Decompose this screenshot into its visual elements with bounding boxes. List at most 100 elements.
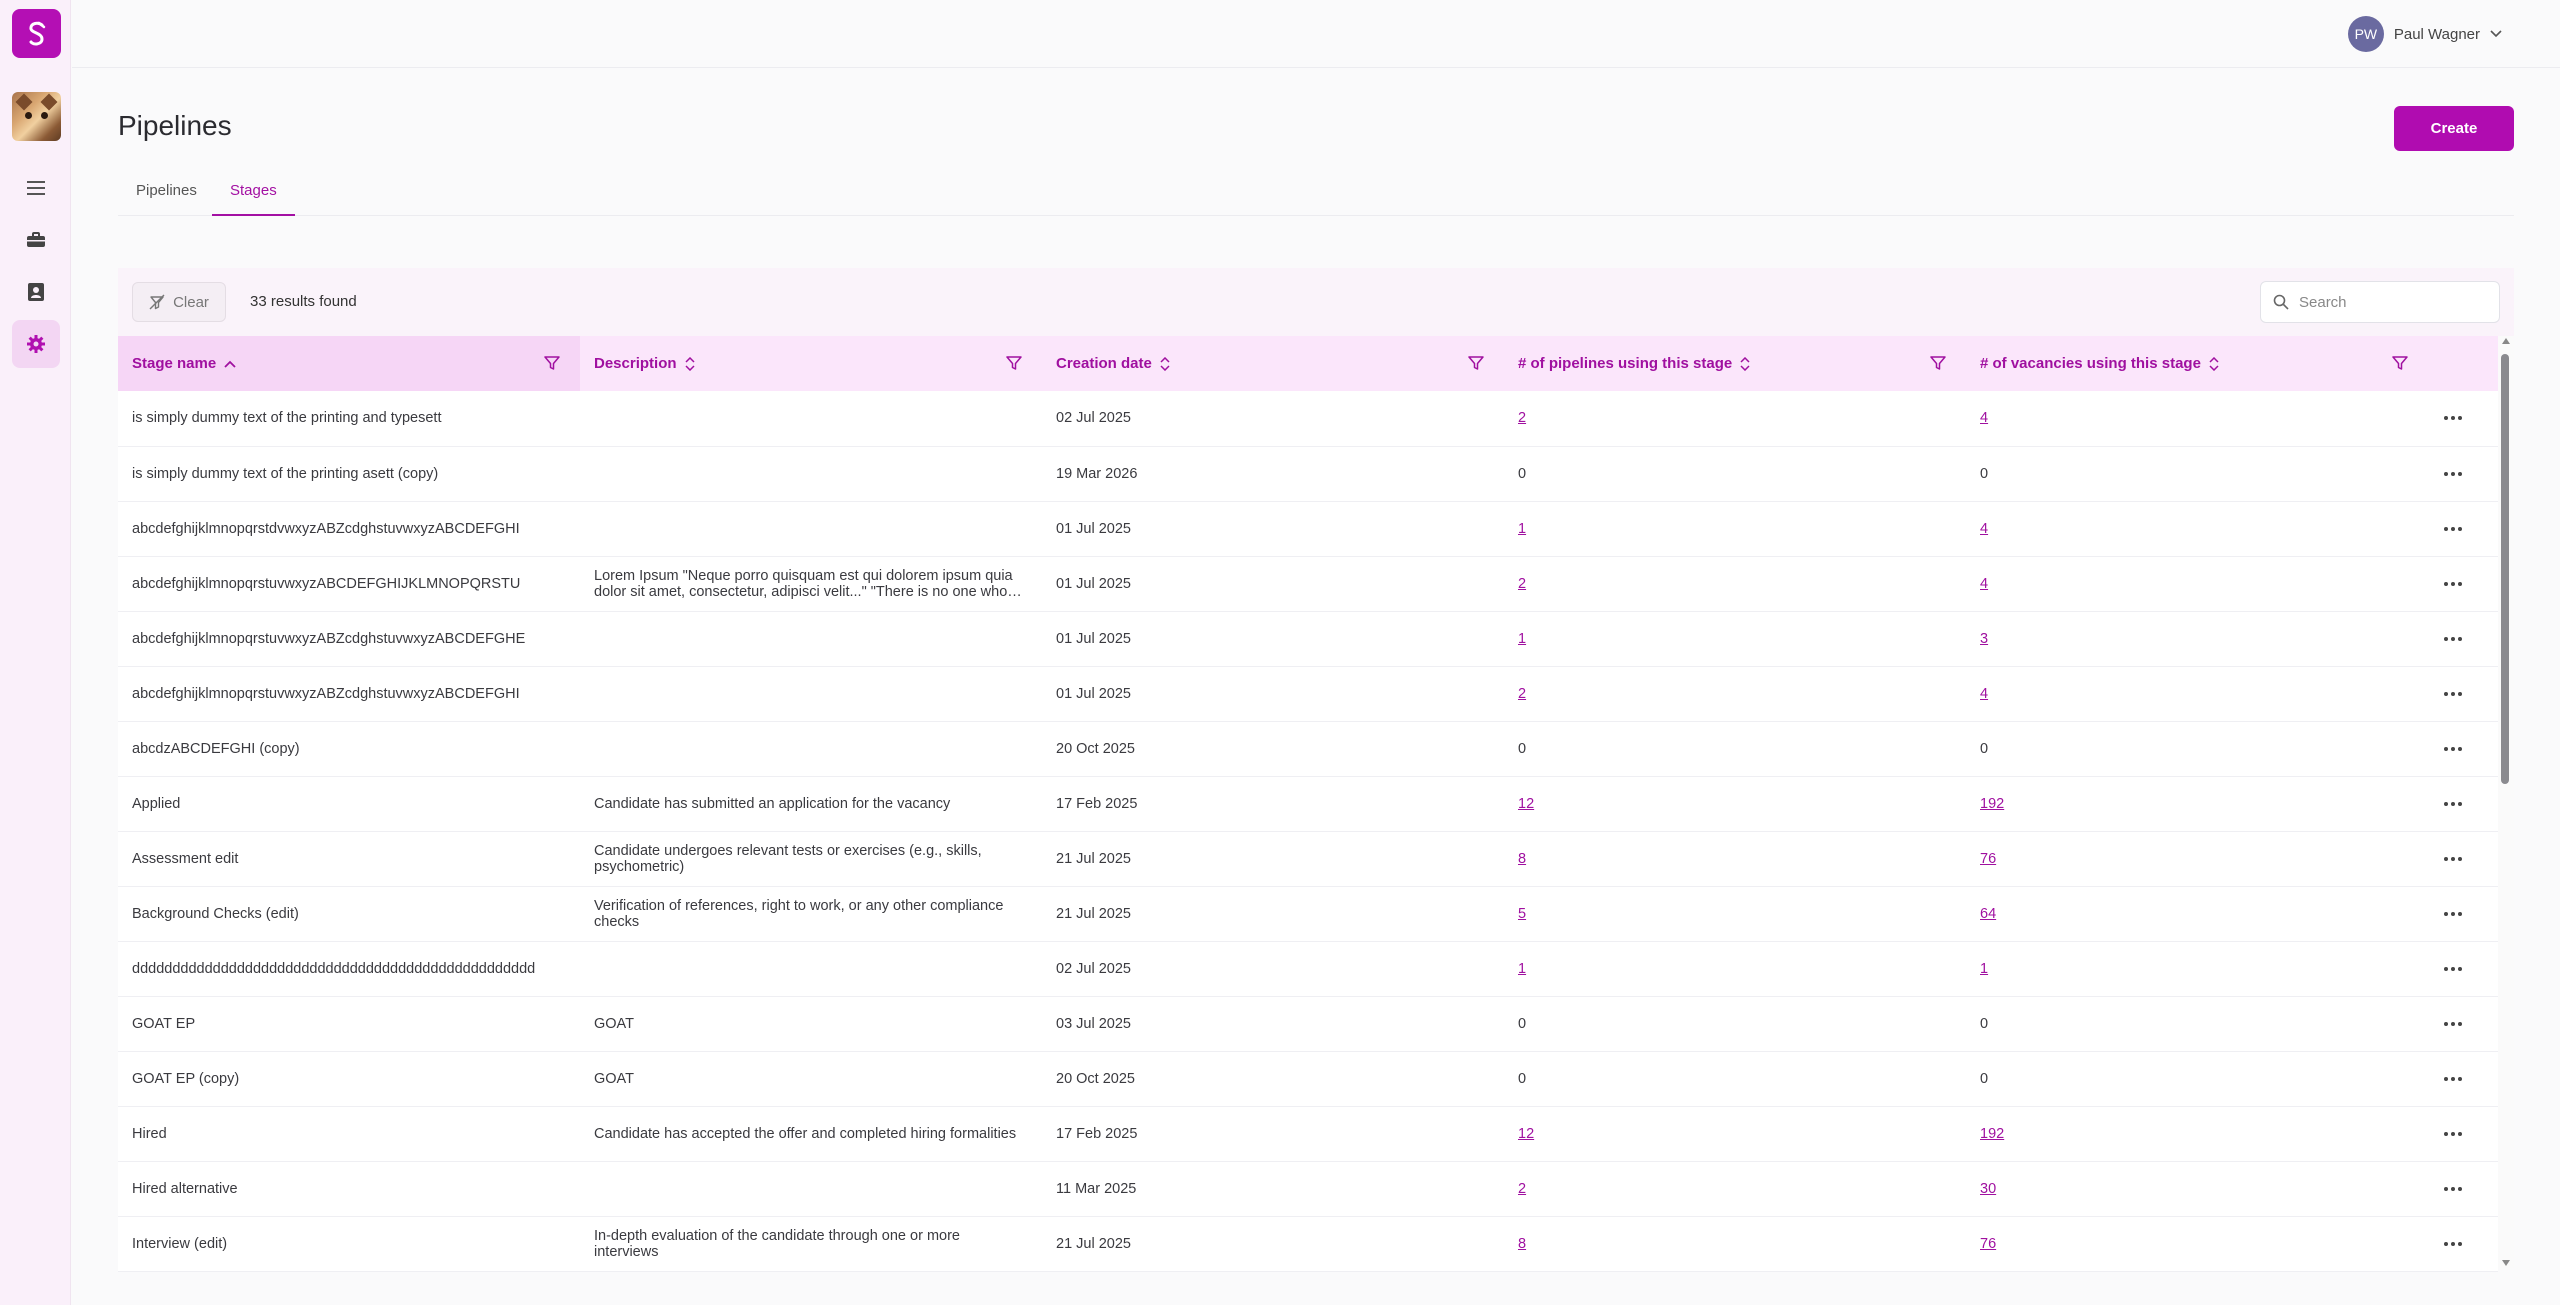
column-header-stage-name[interactable]: Stage name	[118, 336, 580, 391]
stage-name: Applied	[132, 795, 181, 812]
nav-candidates[interactable]	[12, 268, 60, 316]
pipelines-count-link[interactable]: 1	[1518, 521, 1526, 537]
scroll-down-icon[interactable]	[2502, 1260, 2510, 1266]
more-options-icon[interactable]	[2442, 526, 2484, 531]
pipelines-count-link[interactable]: 8	[1518, 1236, 1526, 1252]
tab-stages[interactable]: Stages	[212, 170, 295, 216]
more-options-icon[interactable]	[2442, 416, 2484, 421]
app-logo[interactable]	[12, 9, 61, 58]
more-options-icon[interactable]	[2442, 911, 2484, 916]
pipelines-count-cell: 2	[1504, 1161, 1966, 1216]
filter-icon[interactable]	[1006, 355, 1022, 371]
sort-icon[interactable]	[2209, 356, 2219, 371]
vacancies-count-link[interactable]: 76	[1980, 1236, 1996, 1252]
more-options-icon[interactable]	[2442, 801, 2484, 806]
pipelines-count-cell: 0	[1504, 996, 1966, 1051]
more-options-icon[interactable]	[2442, 1241, 2484, 1246]
vacancies-count-link[interactable]: 4	[1980, 686, 1988, 702]
scrollbar-thumb[interactable]	[2501, 354, 2509, 784]
pipelines-count-link[interactable]: 8	[1518, 851, 1526, 867]
table-row[interactable]: abcdefghijklmnopqrstuvwxyzABZcdghstuvwxy…	[118, 666, 2498, 721]
pipelines-count-link[interactable]: 5	[1518, 906, 1526, 922]
create-button[interactable]: Create	[2394, 106, 2514, 151]
pipelines-count-link[interactable]: 2	[1518, 686, 1526, 702]
vacancies-count-link[interactable]: 64	[1980, 906, 1996, 922]
description-cell: Candidate has submitted an application f…	[580, 776, 1042, 831]
table-row[interactable]: abcdefghijklmnopqrstuvwxyzABZcdghstuvwxy…	[118, 611, 2498, 666]
vacancies-count-link[interactable]: 192	[1980, 1126, 2004, 1142]
creation-date: 03 Jul 2025	[1056, 1015, 1131, 1032]
vacancies-count-link[interactable]: 4	[1980, 576, 1988, 592]
pipelines-count-link[interactable]: 1	[1518, 631, 1526, 647]
pipelines-count-link[interactable]: 2	[1518, 410, 1526, 426]
pipelines-count-link[interactable]: 2	[1518, 1181, 1526, 1197]
table-row[interactable]: Background Checks (edit) Verification of…	[118, 886, 2498, 941]
table-row[interactable]: Interview (edit) In-depth evaluation of …	[118, 1216, 2498, 1271]
stage-name: GOAT EP (copy)	[132, 1070, 240, 1087]
menu-button[interactable]	[12, 164, 60, 212]
more-options-icon[interactable]	[2442, 691, 2484, 696]
more-options-icon[interactable]	[2442, 1076, 2484, 1081]
pipelines-count-link[interactable]: 12	[1518, 1126, 1534, 1142]
column-header-creation-date[interactable]: Creation date	[1042, 336, 1504, 391]
nav-settings[interactable]	[12, 320, 60, 368]
more-options-icon[interactable]	[2442, 1131, 2484, 1136]
table-row[interactable]: Hired alternative 11 Mar 2025 2 30	[118, 1161, 2498, 1216]
pipelines-count-link[interactable]: 1	[1518, 961, 1526, 977]
pipelines-count-cell: 2	[1504, 391, 1966, 446]
nav-vacancies[interactable]	[12, 216, 60, 264]
pipelines-count-cell: 1	[1504, 501, 1966, 556]
vacancies-count-link[interactable]: 3	[1980, 631, 1988, 647]
clear-filters-button[interactable]: Clear	[132, 282, 226, 322]
sort-icon[interactable]	[1160, 356, 1170, 371]
filter-icon[interactable]	[2392, 355, 2408, 371]
table-row[interactable]: abcdefghijklmnopqrstdvwxyzABZcdghstuvwxy…	[118, 501, 2498, 556]
table-row[interactable]: Assessment edit Candidate undergoes rele…	[118, 831, 2498, 886]
creation-date-cell: 17 Feb 2025	[1042, 776, 1504, 831]
sort-icon[interactable]	[1740, 356, 1750, 371]
table-row[interactable]: GOAT EP GOAT 03 Jul 2025 0 0	[118, 996, 2498, 1051]
table-scrollbar[interactable]	[2498, 336, 2514, 1268]
vacancies-count-link[interactable]: 4	[1980, 410, 1988, 426]
filter-icon[interactable]	[1468, 355, 1484, 371]
vacancies-count-link[interactable]: 192	[1980, 796, 2004, 812]
more-options-icon[interactable]	[2442, 581, 2484, 586]
tab-pipelines[interactable]: Pipelines	[118, 170, 215, 216]
pipelines-count-link[interactable]: 2	[1518, 576, 1526, 592]
workspace-avatar[interactable]	[12, 92, 61, 141]
vacancies-count-link[interactable]: 4	[1980, 521, 1988, 537]
more-options-icon[interactable]	[2442, 966, 2484, 971]
more-options-icon[interactable]	[2442, 746, 2484, 751]
table-row[interactable]: abcdzABCDEFGHI (copy) 20 Oct 2025 0 0	[118, 721, 2498, 776]
filter-icon[interactable]	[544, 355, 560, 371]
vacancies-count-link[interactable]: 1	[1980, 961, 1988, 977]
creation-date-cell: 01 Jul 2025	[1042, 501, 1504, 556]
table-row[interactable]: is simply dummy text of the printing and…	[118, 391, 2498, 446]
creation-date: 01 Jul 2025	[1056, 630, 1131, 647]
more-options-icon[interactable]	[2442, 1021, 2484, 1026]
table-row[interactable]: is simply dummy text of the printing ase…	[118, 446, 2498, 501]
more-options-icon[interactable]	[2442, 856, 2484, 861]
table-row[interactable]: dddddddddddddddddddddddddddddddddddddddd…	[118, 941, 2498, 996]
pipelines-count-cell: 8	[1504, 1216, 1966, 1271]
vacancies-count-link[interactable]: 30	[1980, 1181, 1996, 1197]
sort-icon[interactable]	[684, 356, 695, 371]
stages-panel: Clear 33 results found Search Stage name	[118, 268, 2514, 1271]
pipelines-count-link[interactable]: 12	[1518, 796, 1534, 812]
table-row[interactable]: Applied Candidate has submitted an appli…	[118, 776, 2498, 831]
scroll-up-icon[interactable]	[2502, 338, 2510, 344]
more-options-icon[interactable]	[2442, 1186, 2484, 1191]
user-menu[interactable]: PW Paul Wagner	[2347, 16, 2502, 52]
vacancies-count-link[interactable]: 76	[1980, 851, 1996, 867]
search-input[interactable]: Search	[2260, 281, 2500, 323]
filter-icon[interactable]	[1930, 355, 1946, 371]
table-row[interactable]: Hired Candidate has accepted the offer a…	[118, 1106, 2498, 1161]
sort-asc-icon[interactable]	[224, 360, 236, 368]
table-row[interactable]: GOAT EP (copy) GOAT 20 Oct 2025 0 0	[118, 1051, 2498, 1106]
more-options-icon[interactable]	[2442, 471, 2484, 476]
more-options-icon[interactable]	[2442, 636, 2484, 641]
column-header-vacancies-count[interactable]: # of vacancies using this stage	[1966, 336, 2428, 391]
column-header-description[interactable]: Description	[580, 336, 1042, 391]
table-row[interactable]: abcdefghijklmnopqrstuvwxyzABCDEFGHIJKLMN…	[118, 556, 2498, 611]
column-header-pipelines-count[interactable]: # of pipelines using this stage	[1504, 336, 1966, 391]
